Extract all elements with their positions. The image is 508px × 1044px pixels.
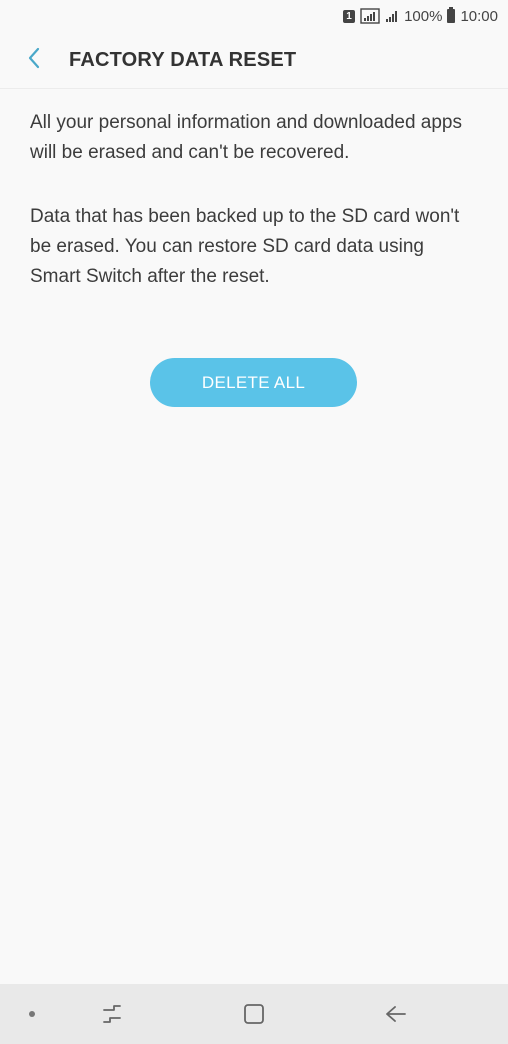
recents-icon[interactable] xyxy=(90,984,134,1044)
page-title: FACTORY DATA RESET xyxy=(69,48,297,71)
signal-icon-sim1 xyxy=(360,8,380,24)
battery-percent: 100% xyxy=(404,7,443,25)
app-header: FACTORY DATA RESET xyxy=(0,32,508,89)
main-content: All your personal information and downlo… xyxy=(30,108,478,326)
battery-icon xyxy=(447,7,456,23)
chevron-left-icon xyxy=(27,47,41,74)
navigation-bar xyxy=(0,984,508,1044)
status-bar: 1 100% 10:00 xyxy=(0,0,508,32)
erase-warning-text: All your personal information and downlo… xyxy=(30,112,462,163)
back-button[interactable] xyxy=(14,40,54,80)
sim-badge: 1 xyxy=(343,9,356,23)
back-arrow-icon[interactable] xyxy=(374,984,418,1044)
delete-all-button[interactable]: DELETE ALL xyxy=(150,358,357,407)
signal-icon-sim2 xyxy=(385,9,399,23)
home-icon[interactable] xyxy=(232,984,276,1044)
sd-card-info-text: Data that has been backed up to the SD c… xyxy=(30,206,460,287)
clock: 10:00 xyxy=(460,7,498,25)
dot-icon[interactable] xyxy=(12,984,52,1044)
